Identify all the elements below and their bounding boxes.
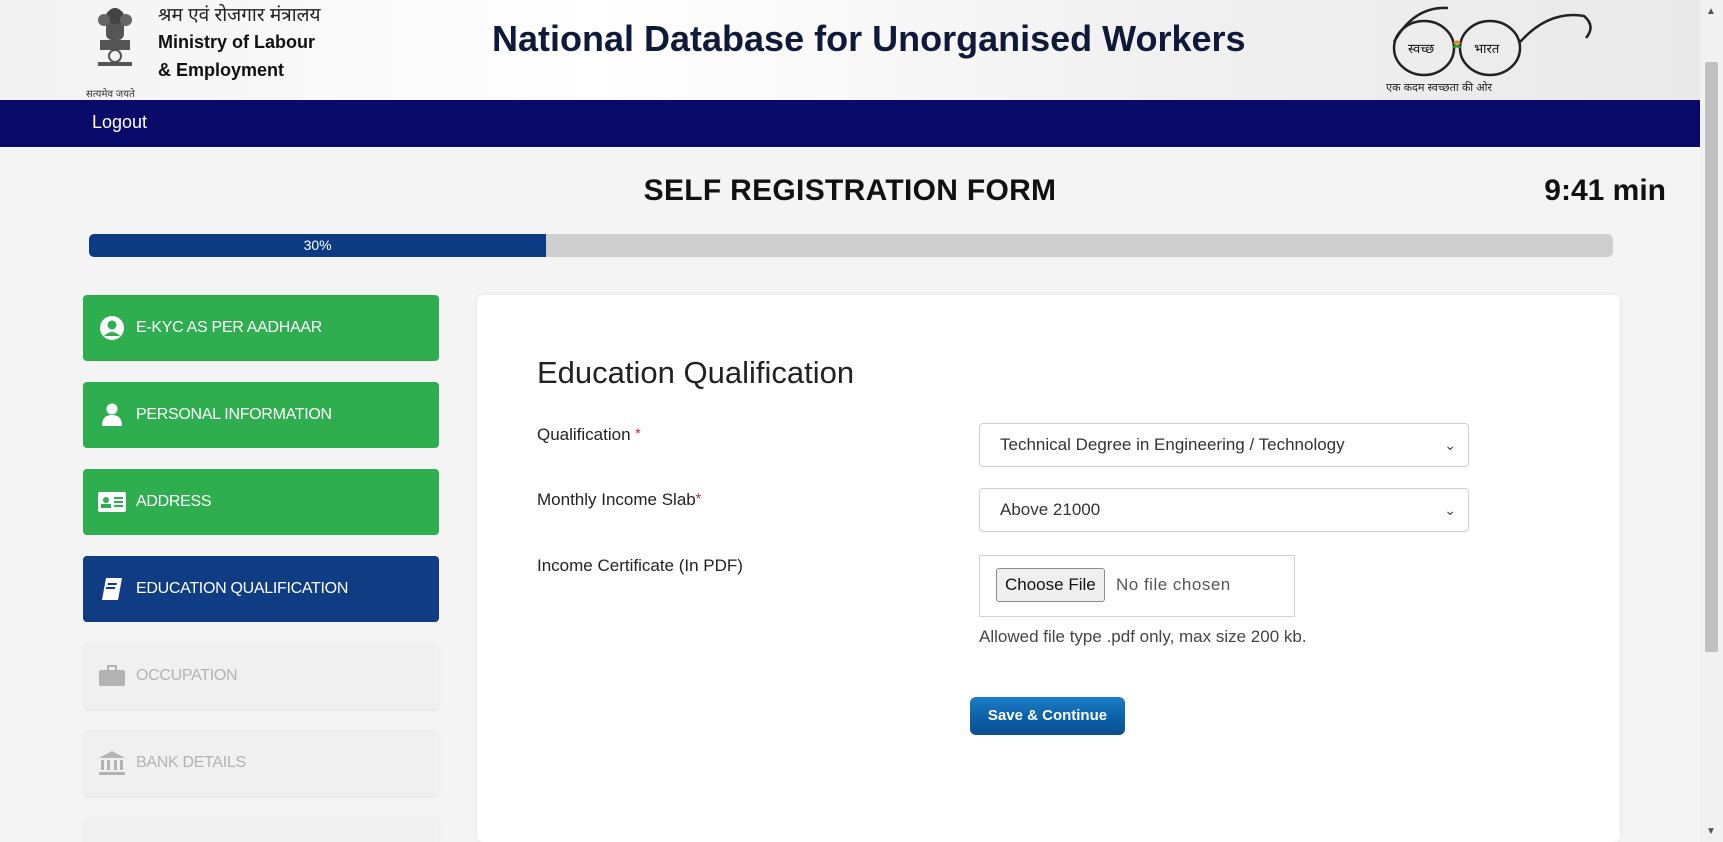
swachh-bharat-logo: स्वच्छ भारत एक कदम स्वच्छता की ओर: [1374, 2, 1594, 96]
income-selected-value: Above 21000: [1000, 500, 1101, 519]
save-continue-button[interactable]: Save & Continue: [970, 697, 1125, 735]
sidebar-item-label: BANK DETAILS: [136, 754, 246, 771]
chevron-down-icon: ⌄: [1444, 502, 1456, 518]
income-label-text: Monthly Income Slab: [537, 490, 696, 509]
file-hint: Allowed file type .pdf only, max size 20…: [979, 627, 1307, 646]
swachh-left-text: स्वच्छ: [1408, 41, 1435, 56]
required-mark: *: [695, 490, 702, 506]
ministry-block: श्रम एवं रोजगार मंत्रालय Ministry of Lab…: [158, 4, 321, 84]
book-icon: [98, 575, 126, 603]
user-circle-icon: [98, 314, 126, 342]
page-scrollbar[interactable]: ▲ ▼: [1700, 0, 1723, 842]
site-header: श्रम एवं रोजगार मंत्रालय Ministry of Lab…: [0, 0, 1700, 100]
education-form-card: Education Qualification Qualification * …: [477, 295, 1620, 842]
progress-bar: 30%: [89, 234, 1613, 257]
income-certificate-file-input[interactable]: Choose File No file chosen: [979, 555, 1295, 617]
scroll-up-arrow-icon[interactable]: ▲: [1706, 6, 1716, 17]
person-icon: [98, 401, 126, 429]
navbar: Logout: [0, 100, 1700, 147]
sidebar-item-education-qualification[interactable]: EDUCATION QUALIFICATION: [83, 556, 439, 622]
sidebar-item-label: E-KYC AS PER AADHAAR: [136, 319, 323, 336]
logout-link[interactable]: Logout: [92, 112, 147, 133]
bank-icon: [98, 749, 126, 777]
sidebar-item-ekyc[interactable]: E-KYC AS PER AADHAAR: [83, 295, 439, 361]
chevron-down-icon: ⌄: [1444, 437, 1456, 453]
id-card-icon: [98, 488, 126, 516]
emblem-motto: सत्यमेव जयते: [86, 89, 135, 100]
swachh-right-text: भारत: [1474, 41, 1500, 56]
income-slab-select[interactable]: Above 21000 ⌄: [979, 488, 1469, 532]
sidebar-item-personal-information[interactable]: PERSONAL INFORMATION: [83, 382, 439, 448]
ministry-hindi: श्रम एवं रोजगार मंत्रालय: [158, 5, 321, 26]
choose-file-button[interactable]: Choose File: [996, 568, 1105, 602]
progress-fill: 30%: [89, 234, 547, 257]
qualification-label-text: Qualification: [537, 425, 631, 444]
qualification-label: Qualification *: [537, 425, 641, 445]
sidebar-item-occupation[interactable]: OCCUPATION: [83, 643, 439, 709]
form-title: SELF REGISTRATION FORM: [643, 174, 1057, 207]
scrollbar-thumb[interactable]: [1705, 62, 1718, 652]
sidebar-item-label: ADDRESS: [136, 493, 212, 510]
file-status-text: No file chosen: [1116, 575, 1231, 594]
qualification-select[interactable]: Technical Degree in Engineering / Techno…: [979, 423, 1469, 467]
ministry-name-line2: & Employment: [158, 60, 285, 80]
required-mark: *: [635, 425, 641, 441]
certificate-label: Income Certificate (In PDF): [537, 556, 743, 575]
section-title: Education Qualification: [537, 355, 855, 390]
site-title: National Database for Unorganised Worker…: [492, 18, 1246, 59]
income-label: Monthly Income Slab*: [537, 490, 701, 510]
briefcase-icon: [98, 662, 126, 690]
sidebar-item-bank-details[interactable]: BANK DETAILS: [83, 730, 439, 796]
sidebar-item-label: OCCUPATION: [136, 667, 238, 684]
scroll-down-arrow-icon[interactable]: ▼: [1706, 826, 1716, 837]
sidebar-item-label: EDUCATION QUALIFICATION: [136, 580, 349, 597]
sidebar-item-address[interactable]: ADDRESS: [83, 469, 439, 535]
ministry-name-line1: Ministry of Labour: [158, 32, 315, 52]
national-emblem-logo: [98, 8, 132, 66]
qualification-selected-value: Technical Degree in Engineering / Techno…: [1000, 435, 1345, 454]
sidebar-item-partial[interactable]: [83, 817, 439, 842]
swachh-tagline: एक कदम स्वच्छता की ओर: [1386, 82, 1492, 94]
countdown-timer: 9:41 min: [1544, 174, 1666, 207]
sidebar-item-label: PERSONAL INFORMATION: [136, 406, 332, 423]
